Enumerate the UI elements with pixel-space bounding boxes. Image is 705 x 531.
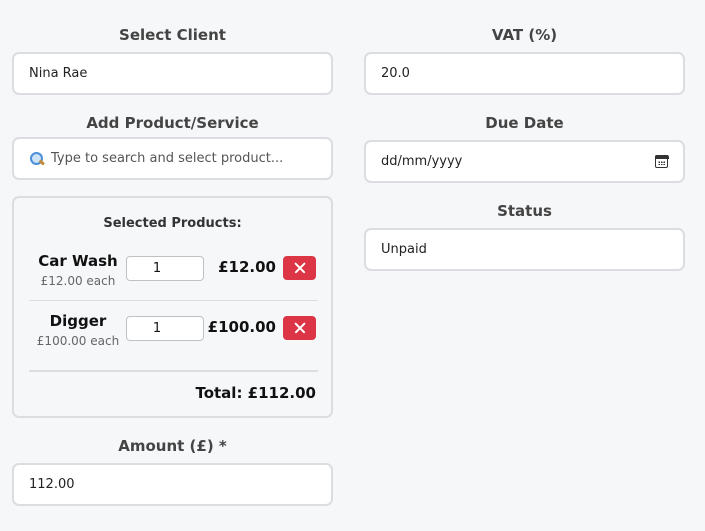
client-label: Select Client bbox=[119, 26, 226, 44]
calendar-icon[interactable] bbox=[654, 154, 669, 168]
products-divider bbox=[29, 370, 318, 372]
due-date-input[interactable]: dd/mm/yyyy bbox=[364, 140, 685, 183]
product-search-placeholder: Type to search and select product... bbox=[51, 151, 284, 166]
product-name: Digger bbox=[49, 312, 107, 330]
quantity-input[interactable]: 1 bbox=[126, 316, 204, 341]
product-unit-price: £12.00 each bbox=[40, 274, 116, 288]
selected-products-panel: Selected Products: Car Wash £12.00 each … bbox=[12, 196, 333, 418]
products-total: Total: £112.00 bbox=[195, 384, 316, 402]
product-search-input[interactable]: Type to search and select product... bbox=[12, 137, 333, 180]
product-row: Car Wash £12.00 each 1 £12.00 bbox=[29, 248, 318, 301]
client-select[interactable]: Nina Rae bbox=[12, 52, 333, 95]
vat-value: 20.0 bbox=[381, 66, 410, 81]
product-unit-price: £100.00 each bbox=[36, 334, 120, 348]
search-icon bbox=[29, 151, 45, 167]
product-row: Digger £100.00 each 1 £100.00 bbox=[29, 308, 318, 364]
client-value: Nina Rae bbox=[29, 66, 88, 81]
vat-label: VAT (%) bbox=[491, 26, 558, 44]
selected-products-title: Selected Products: bbox=[103, 216, 242, 231]
status-label: Status bbox=[497, 202, 552, 220]
remove-product-button[interactable] bbox=[283, 256, 316, 280]
remove-product-button[interactable] bbox=[283, 316, 316, 340]
product-line-total: £100.00 bbox=[207, 318, 276, 336]
add-product-label: Add Product/Service bbox=[86, 114, 259, 132]
right-column: VAT (%) 20.0 Due Date dd/mm/yyyy Status … bbox=[364, 0, 685, 531]
quantity-input[interactable]: 1 bbox=[126, 256, 204, 281]
due-date-value: dd/mm/yyyy bbox=[381, 154, 463, 169]
status-value: Unpaid bbox=[381, 242, 427, 257]
amount-label: Amount (£) * bbox=[118, 437, 227, 455]
product-name: Car Wash bbox=[38, 252, 118, 270]
amount-value: 112.00 bbox=[29, 477, 75, 492]
status-select[interactable]: Unpaid bbox=[364, 228, 685, 271]
vat-input[interactable]: 20.0 bbox=[364, 52, 685, 95]
amount-input[interactable]: 112.00 bbox=[12, 463, 333, 506]
left-column: Select Client Nina Rae Add Product/Servi… bbox=[12, 0, 333, 531]
product-line-total: £12.00 bbox=[218, 258, 276, 276]
due-date-label: Due Date bbox=[485, 114, 564, 132]
